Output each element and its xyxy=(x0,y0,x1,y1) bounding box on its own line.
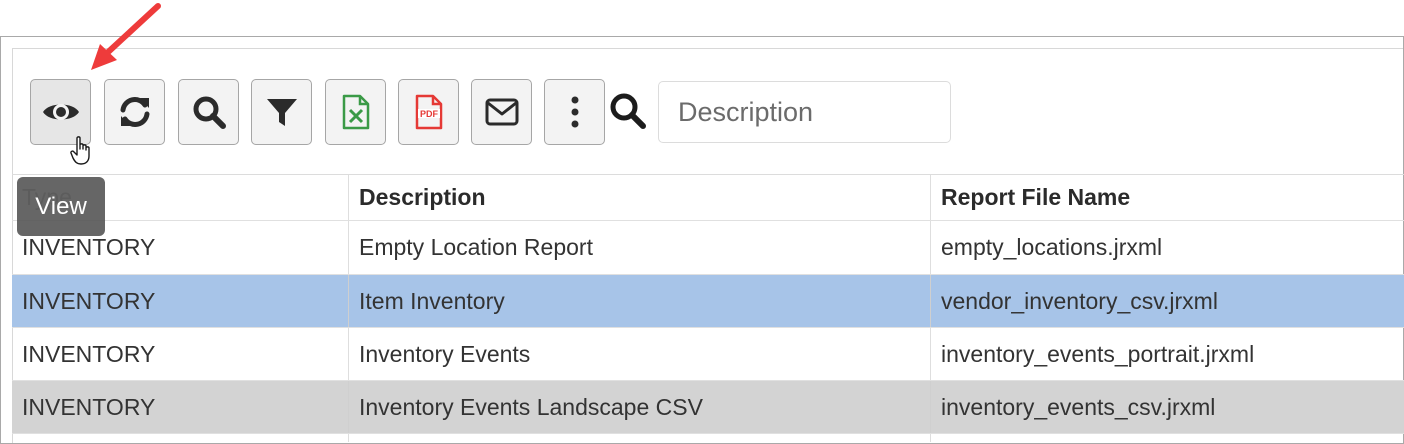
filter-button[interactable] xyxy=(251,79,312,145)
toolbar: PDF xyxy=(0,0,1404,170)
filter-icon xyxy=(266,99,297,126)
table-row[interactable]: INVENTORY Inventory Events Landscape CSV… xyxy=(12,381,1404,434)
cell-empty xyxy=(930,434,1404,442)
svg-text:PDF: PDF xyxy=(420,109,439,119)
cell-report-file-name: vendor_inventory_csv.jrxml xyxy=(930,275,1404,327)
cell-description: Inventory Events xyxy=(348,328,930,380)
export-pdf-button[interactable]: PDF xyxy=(398,79,459,145)
cell-type: INVENTORY xyxy=(22,340,156,367)
cell-report-file-name: inventory_events_csv.jrxml xyxy=(930,381,1404,433)
column-header-description[interactable]: Description xyxy=(348,175,930,220)
table-row-partial xyxy=(12,434,1404,442)
table-row[interactable]: INVENTORY Inventory Events inventory_eve… xyxy=(12,328,1404,381)
annotation-arrow-icon xyxy=(91,3,161,70)
more-options-button[interactable] xyxy=(544,79,605,145)
excel-file-icon xyxy=(342,94,369,130)
cell-description: Empty Location Report xyxy=(348,221,930,274)
description-search-input[interactable] xyxy=(658,81,951,143)
more-vertical-icon xyxy=(571,96,578,128)
cell-report-file-name: empty_locations.jrxml xyxy=(930,221,1404,274)
search-icon xyxy=(193,96,226,129)
table-header: Type Description Report File Name xyxy=(12,174,1404,221)
cell-description: Inventory Events Landscape CSV xyxy=(348,381,930,433)
pdf-file-icon: PDF xyxy=(415,94,442,130)
email-button[interactable] xyxy=(471,79,532,145)
cell-type: INVENTORY xyxy=(22,287,156,314)
export-excel-button[interactable] xyxy=(325,79,386,145)
refresh-button[interactable] xyxy=(104,79,165,145)
cell-empty xyxy=(12,434,348,442)
search-icon xyxy=(610,93,646,129)
cell-empty xyxy=(348,434,930,442)
search-button[interactable] xyxy=(178,79,239,145)
hand-pointer-icon xyxy=(70,136,90,165)
cell-description: Item Inventory xyxy=(348,275,930,327)
cell-type: INVENTORY xyxy=(22,393,156,420)
refresh-icon xyxy=(120,97,149,127)
cell-report-file-name: inventory_events_portrait.jrxml xyxy=(930,328,1404,380)
column-header-report-file-name[interactable]: Report File Name xyxy=(930,175,1404,220)
table-row[interactable]: INVENTORY Empty Location Report empty_lo… xyxy=(12,221,1404,275)
table-row-selected[interactable]: INVENTORY Item Inventory vendor_inventor… xyxy=(12,275,1404,328)
eye-icon xyxy=(42,104,79,120)
view-tooltip: View xyxy=(17,177,105,236)
envelope-icon xyxy=(485,98,518,126)
